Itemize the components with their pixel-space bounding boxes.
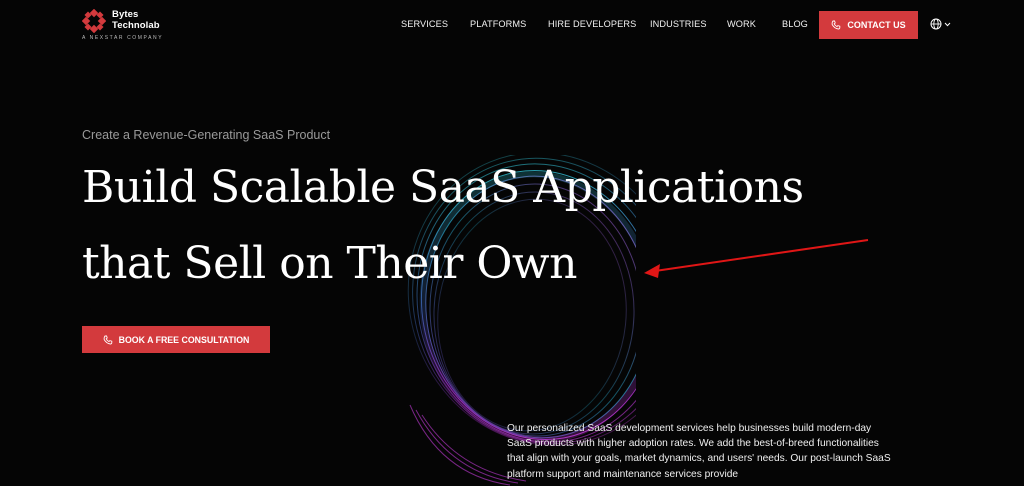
nav-item-hire-developers[interactable]: HIRE DEVELOPERS <box>548 19 636 29</box>
site-header: Bytes Technolab A NEXSTAR COMPANY SERVIC… <box>0 0 1024 50</box>
phone-icon <box>831 20 841 30</box>
brand-name-line1: Bytes <box>112 9 139 20</box>
globe-icon <box>930 18 942 30</box>
brand-name-line2: Technolab <box>112 20 160 31</box>
book-consultation-button[interactable]: BOOK A FREE CONSULTATION <box>82 326 270 353</box>
contact-us-label: CONTACT US <box>847 20 906 30</box>
nav-item-industries[interactable]: INDUSTRIES <box>650 19 707 29</box>
language-selector[interactable] <box>930 17 952 31</box>
book-consultation-label: BOOK A FREE CONSULTATION <box>118 334 250 345</box>
brand-name: Bytes Technolab <box>112 9 160 31</box>
logo-mark-icon <box>82 9 106 33</box>
hero-headline-line2: that Sell on Their Own <box>82 238 577 289</box>
nav-item-platforms[interactable]: PLATFORMS <box>470 19 526 29</box>
hero-headline-line1: Build Scalable SaaS Applications <box>82 162 804 213</box>
phone-icon <box>103 335 112 344</box>
hero-headline: Build Scalable SaaS Applications that Se… <box>82 150 882 302</box>
nav-item-services[interactable]: SERVICES <box>401 19 448 29</box>
nav-item-work[interactable]: WORK <box>727 19 756 29</box>
brand-tagline: A NEXSTAR COMPANY <box>82 35 164 41</box>
brand-logo[interactable]: Bytes Technolab A NEXSTAR COMPANY <box>82 8 182 42</box>
chevron-down-icon <box>944 22 951 26</box>
hero-description: Our personalized SaaS development servic… <box>507 423 891 480</box>
contact-us-button[interactable]: CONTACT US <box>819 11 918 39</box>
nav-item-blog[interactable]: BLOG <box>782 19 808 29</box>
hero-eyebrow: Create a Revenue-Generating SaaS Product <box>82 128 331 142</box>
